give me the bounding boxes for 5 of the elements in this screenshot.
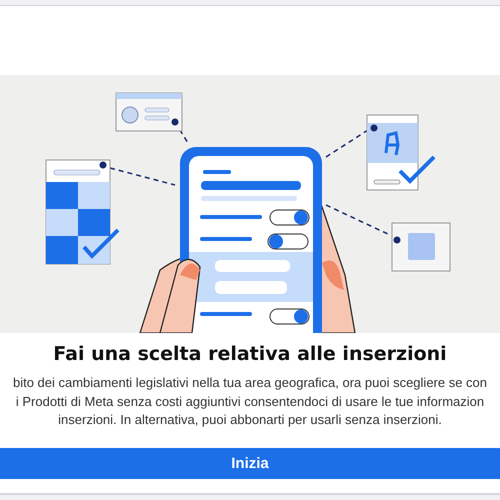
body-text-line: inserzioni. In alternativa, puoi abbonarti per usarli senza inserzioni. bbox=[58, 411, 442, 429]
body-text-line: bito dei cambiamenti legislativi nella tua area geografica, ora puoi scegliere se con bbox=[12, 374, 488, 392]
start-button[interactable]: Inizia bbox=[0, 448, 500, 478]
dialog-title: Fai una scelta relativa alle inserzioni bbox=[53, 343, 447, 365]
body-text-line: i Prodotti di Meta senza costi aggiuntivi consentendoci di usare le tue informazion bbox=[16, 392, 484, 411]
